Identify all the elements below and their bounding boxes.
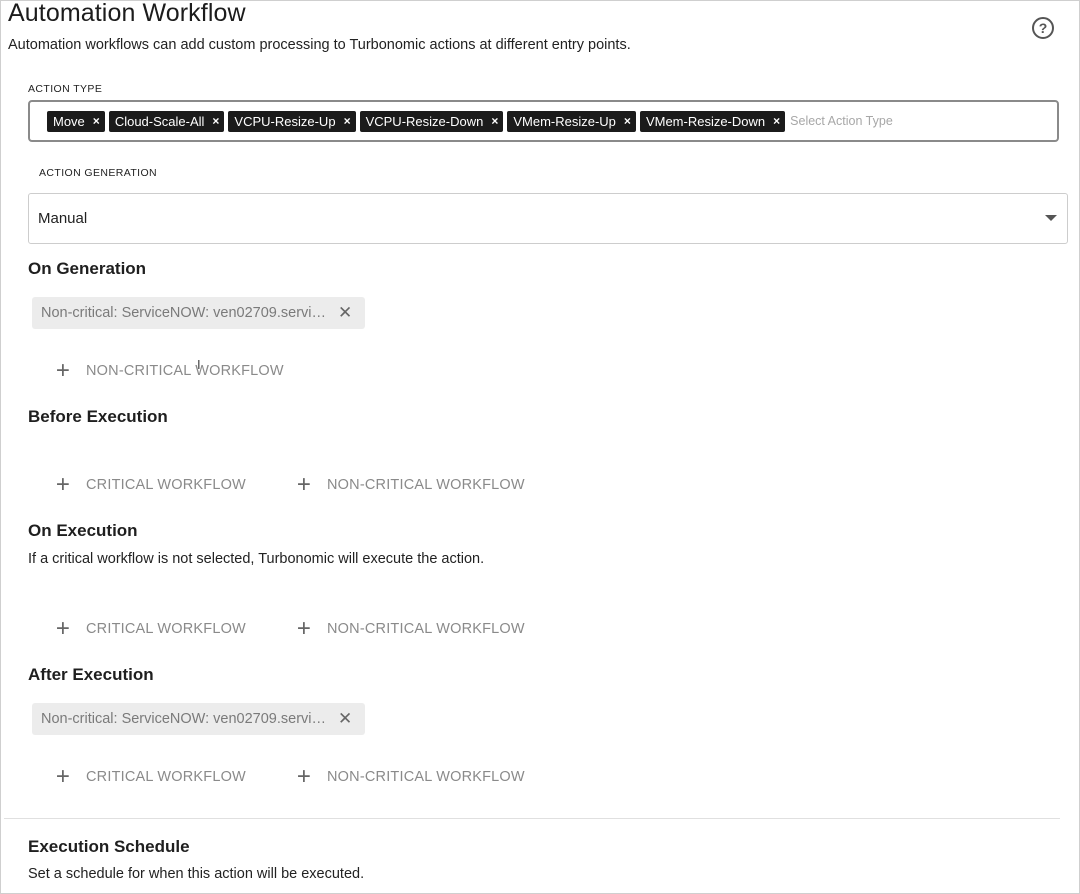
chip-label: Non-critical: ServiceNOW: ven02709.servi… [41, 711, 326, 727]
add-button-label: NON-CRITICAL WORKFLOW [327, 477, 525, 493]
add-button-label: NON-CRITICAL WORKFLOW [327, 621, 525, 637]
before-execution-title: Before Execution [28, 407, 168, 426]
after-execution-title: After Execution [28, 665, 154, 684]
tag-remove-icon[interactable]: × [773, 114, 780, 128]
on-execution-title: On Execution [28, 521, 138, 540]
chip-label: Non-critical: ServiceNOW: ven02709.servi… [41, 305, 326, 321]
action-type-tag: VCPU-Resize-Down × [359, 110, 504, 132]
tag-label: VMem-Resize-Up [513, 113, 616, 129]
tag-remove-icon[interactable]: × [93, 114, 100, 128]
add-button-label: NON-CRITICAL WORKFLOW [86, 363, 284, 379]
text-cursor-icon: I [197, 357, 201, 372]
tag-remove-icon[interactable]: × [491, 114, 498, 128]
action-generation-label: ACTION GENERATION [39, 167, 158, 179]
page-title: Automation Workflow [8, 0, 246, 27]
tag-remove-icon[interactable]: × [212, 114, 219, 128]
action-type-input[interactable]: Move × Cloud-Scale-All × VCPU-Resize-Up × V… [28, 100, 1059, 142]
tag-label: VCPU-Resize-Down [365, 113, 484, 129]
tag-remove-icon[interactable]: × [344, 114, 351, 128]
action-generation-value: Manual [38, 210, 88, 227]
action-type-tag: VMem-Resize-Up × [507, 110, 636, 132]
help-icon[interactable]: ? [1032, 17, 1054, 39]
plus-icon: + [55, 763, 71, 790]
after-execution-workflow-chip: Non-critical: ServiceNOW: ven02709.servi… [32, 703, 365, 735]
close-icon[interactable]: ✕ [338, 709, 352, 729]
tag-label: Cloud-Scale-All [114, 113, 205, 129]
tag-label: Move [53, 113, 85, 129]
tag-label: VCPU-Resize-Up [234, 113, 336, 129]
add-button-label: CRITICAL WORKFLOW [86, 769, 246, 785]
plus-icon: + [296, 763, 312, 790]
action-type-tag: VCPU-Resize-Up × [228, 110, 356, 132]
action-type-label: ACTION TYPE [28, 83, 103, 95]
tag-remove-icon[interactable]: × [624, 114, 631, 128]
on-generation-add-non-critical-button[interactable]: + NON-CRITICAL WORKFLOW [54, 359, 284, 383]
execution-schedule-description: Set a schedule for when this action will… [28, 866, 365, 882]
on-execution-description: If a critical workflow is not selected, … [28, 551, 485, 567]
on-execution-add-non-critical-button[interactable]: + NON-CRITICAL WORKFLOW [295, 617, 525, 641]
tag-label: VMem-Resize-Down [645, 113, 766, 129]
section-divider [4, 818, 1060, 819]
on-generation-workflow-chip: Non-critical: ServiceNOW: ven02709.servi… [32, 297, 365, 329]
action-type-placeholder[interactable]: Select Action Type [790, 114, 893, 128]
plus-icon: + [55, 615, 71, 642]
after-execution-add-non-critical-button[interactable]: + NON-CRITICAL WORKFLOW [295, 765, 525, 789]
on-execution-add-critical-button[interactable]: + CRITICAL WORKFLOW [54, 617, 246, 641]
caret-down-icon[interactable] [1045, 215, 1057, 221]
plus-icon: + [296, 615, 312, 642]
plus-icon: + [296, 471, 312, 498]
action-type-tag: VMem-Resize-Down × [639, 110, 786, 132]
add-button-label: NON-CRITICAL WORKFLOW [327, 769, 525, 785]
before-execution-add-non-critical-button[interactable]: + NON-CRITICAL WORKFLOW [295, 473, 525, 497]
on-generation-title: On Generation [28, 259, 147, 278]
plus-icon: + [55, 471, 71, 498]
execution-schedule-title: Execution Schedule [28, 837, 190, 856]
before-execution-add-critical-button[interactable]: + CRITICAL WORKFLOW [54, 473, 246, 497]
add-button-label: CRITICAL WORKFLOW [86, 621, 246, 637]
plus-icon: + [55, 357, 71, 384]
action-type-tag: Move × [47, 110, 105, 132]
add-button-label: CRITICAL WORKFLOW [86, 477, 246, 493]
page-subtitle: Automation workflows can add custom proc… [8, 37, 631, 53]
action-type-tag: Cloud-Scale-All × [108, 110, 225, 132]
close-icon[interactable]: ✕ [338, 303, 352, 323]
after-execution-add-critical-button[interactable]: + CRITICAL WORKFLOW [54, 765, 246, 789]
action-generation-select[interactable]: Manual [28, 193, 1068, 244]
